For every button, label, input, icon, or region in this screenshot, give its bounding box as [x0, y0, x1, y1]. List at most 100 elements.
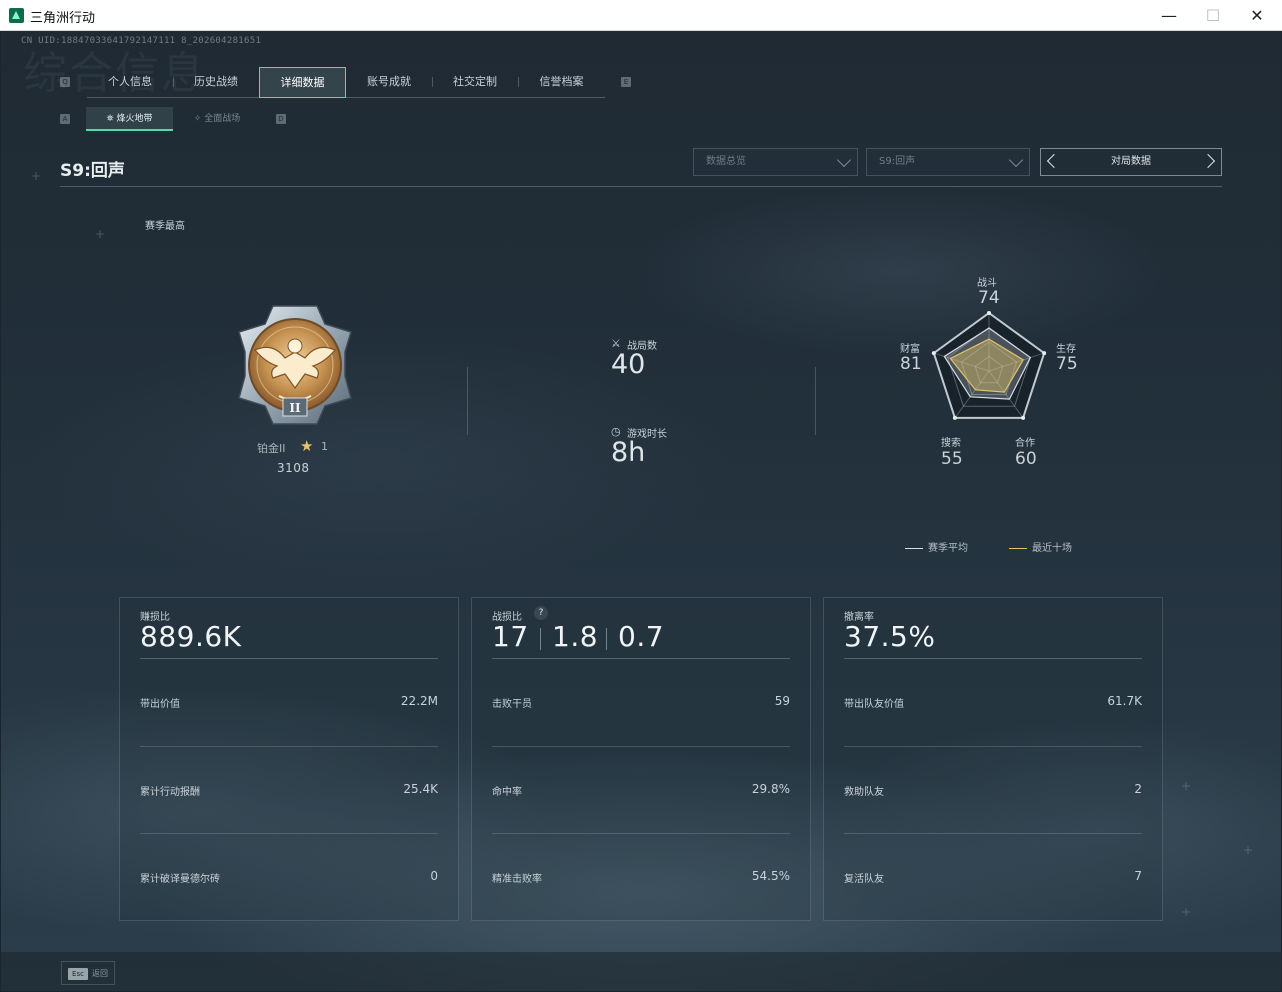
- row-value: 61.7K: [1107, 694, 1142, 708]
- value-separator: [540, 628, 541, 650]
- row-value: 7: [1134, 869, 1142, 883]
- row-label: 累计破译曼德尔砖: [140, 874, 220, 885]
- row-label: 复活队友: [844, 874, 884, 885]
- hazard-zone-icon: ⛯: [106, 114, 114, 124]
- card-big-value-deaths: 0.7: [618, 620, 665, 653]
- season-dropdown[interactable]: S9:回声: [866, 148, 1030, 176]
- back-button[interactable]: Esc 返回: [61, 961, 115, 985]
- radar-vertex-dot: [1021, 415, 1026, 420]
- chevron-right-icon[interactable]: [1200, 153, 1216, 169]
- pager-label: 对局数据: [1111, 156, 1151, 167]
- tab-reputation-record[interactable]: 信誉档案: [518, 67, 605, 98]
- battlefield-icon: ✧: [193, 114, 202, 124]
- season-best-label: 赛季最高: [145, 221, 185, 232]
- legend-label: 最近十场: [1032, 543, 1072, 554]
- close-button[interactable]: ✕: [1234, 0, 1280, 31]
- tab-detailed-data[interactable]: 详细数据: [259, 67, 346, 98]
- subnav-next-key-hint[interactable]: D: [276, 114, 286, 124]
- tab-personal-info[interactable]: 个人信息: [87, 67, 173, 98]
- subnav-prev-key-hint[interactable]: A: [60, 114, 70, 124]
- svg-text:II: II: [289, 401, 301, 415]
- decor-plus-icon: +: [31, 169, 42, 183]
- subtab-hazard-zone[interactable]: ⛯ 烽火地带: [86, 107, 173, 131]
- row-label: 带出价值: [140, 699, 180, 710]
- rank-name: 铂金II: [257, 442, 286, 455]
- ability-radar-chart: [931, 311, 1047, 420]
- chevron-down-icon: [1008, 152, 1024, 168]
- subtab-label: 全面战场: [204, 114, 241, 124]
- row-divider: [140, 746, 438, 747]
- card-big-value-ratio: 1.8: [552, 620, 599, 653]
- section-divider: [467, 367, 468, 435]
- game-viewport: 综合信息 CN UID:18847033641792147111 8_20260…: [1, 31, 1281, 991]
- radar-vertex-dot: [931, 351, 936, 356]
- data-category-dropdown[interactable]: 数据总览: [693, 148, 858, 176]
- radar-vertex-dot: [1042, 351, 1047, 356]
- row-value: 54.5%: [751, 869, 790, 883]
- season-title: S9:回声: [60, 161, 125, 181]
- decor-plus-icon: +: [1181, 779, 1192, 793]
- card-underline: [140, 658, 438, 659]
- back-label: 返回: [92, 969, 108, 978]
- esc-key-hint: Esc: [68, 968, 88, 980]
- tab-match-history[interactable]: 历史战绩: [173, 67, 259, 98]
- radar-vertex-dot: [987, 311, 991, 315]
- player-uid: CN UID:18847033641792147111 8_2026042816…: [21, 36, 262, 46]
- chevron-left-icon[interactable]: [1046, 153, 1062, 169]
- rank-badge-eagle-icon: II: [238, 305, 352, 425]
- decor-plus-icon: +: [1181, 905, 1192, 919]
- radar-vertex-dot: [952, 415, 957, 420]
- card-underline: [492, 658, 790, 659]
- row-divider: [492, 746, 790, 747]
- section-divider: [815, 367, 816, 435]
- decor-plus-icon: +: [95, 227, 106, 241]
- card-big-value: 889.6K: [140, 620, 242, 653]
- matches-value: 40: [611, 349, 646, 380]
- playtime-value: 8h: [611, 437, 646, 468]
- row-value: 29.8%: [751, 782, 790, 796]
- legend-recent-ten: 最近十场: [1009, 539, 1072, 554]
- subtab-label: 烽火地带: [116, 114, 153, 124]
- tab-social-customization[interactable]: 社交定制: [432, 67, 518, 98]
- card-extraction-rate: 撤离率 37.5% 带出队友价值 61.7K 救助队友 2 复活队友 7: [823, 597, 1163, 921]
- app-logo-icon: [9, 8, 24, 23]
- legend-season-average: 赛季平均: [905, 539, 968, 554]
- row-value: 25.4K: [403, 782, 438, 796]
- rank-score: 3108: [277, 461, 310, 475]
- row-divider: [844, 746, 1142, 747]
- help-icon[interactable]: ?: [534, 606, 548, 620]
- footer-bar: [1, 952, 1281, 991]
- row-value: 2: [1134, 782, 1142, 796]
- star-icon: ★: [300, 437, 314, 455]
- row-label: 救助队友: [844, 787, 884, 798]
- legend-label: 赛季平均: [928, 543, 968, 554]
- row-divider: [844, 833, 1142, 834]
- card-profit-ratio: 赚损比 889.6K 带出价值 22.2M 累计行动报酬 25.4K 累计破译曼…: [119, 597, 459, 921]
- row-divider: [140, 833, 438, 834]
- dropdown-value: 数据总览: [706, 156, 746, 167]
- minimize-button[interactable]: —: [1146, 0, 1192, 31]
- row-value: 0: [430, 869, 438, 883]
- window-title: 三角洲行动: [30, 11, 96, 26]
- row-value: 22.2M: [400, 694, 438, 708]
- nav-next-key-hint[interactable]: E: [621, 77, 631, 87]
- match-data-pager[interactable]: 对局数据: [1040, 148, 1222, 176]
- chevron-down-icon: [836, 152, 852, 168]
- subtab-full-battlefield[interactable]: ✧ 全面战场: [175, 107, 259, 131]
- window-titlebar: 三角洲行动 — ☐ ✕: [0, 0, 1282, 31]
- row-divider: [492, 833, 790, 834]
- tab-account-achievements[interactable]: 账号成就: [346, 67, 432, 98]
- maximize-button[interactable]: ☐: [1190, 0, 1236, 31]
- rank-star-count: 1: [321, 440, 328, 453]
- legend-line-swatch: [905, 547, 923, 549]
- row-label: 击败干员: [492, 699, 532, 710]
- card-kd-ratio: 战损比 ? 17 1.8 0.7 击败干员 59 命中率 29.8% 精准击败率…: [471, 597, 811, 921]
- decor-plus-icon: +: [1243, 843, 1254, 857]
- row-label: 带出队友价值: [844, 699, 904, 710]
- row-value: 59: [774, 694, 790, 708]
- legend-line-swatch: [1009, 547, 1027, 549]
- header-divider: [60, 186, 1222, 187]
- row-label: 精准击败率: [492, 874, 542, 885]
- nav-prev-key-hint[interactable]: Q: [60, 77, 70, 87]
- card-big-value-kills: 17: [492, 620, 529, 653]
